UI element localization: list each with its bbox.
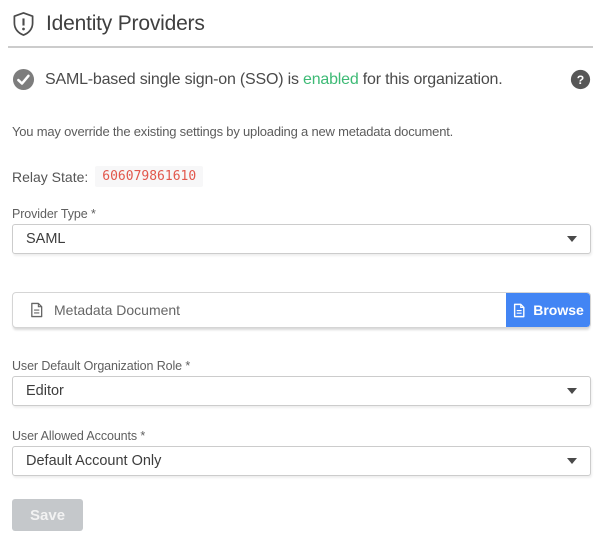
browse-label: Browse — [533, 302, 584, 318]
sso-status-row: SAML-based single sign-on (SSO) is enabl… — [12, 68, 591, 91]
provider-type-value: SAML — [26, 231, 66, 247]
provider-type-label: Provider Type * — [12, 207, 591, 221]
status-enabled-badge: enabled — [303, 71, 359, 88]
caret-down-icon — [567, 458, 577, 464]
shield-exclamation-icon — [12, 11, 35, 37]
header-divider — [8, 46, 593, 48]
page-title: Identity Providers — [46, 12, 205, 36]
status-text-before: SAML-based single sign-on (SSO) is — [45, 71, 303, 88]
browse-button[interactable]: Browse — [506, 293, 590, 327]
sso-status-text: SAML-based single sign-on (SSO) is enabl… — [45, 71, 503, 89]
relay-state-label: Relay State: — [12, 169, 88, 185]
metadata-document-row: Metadata Document Browse — [12, 292, 591, 328]
user-default-org-role-field: User Default Organization Role * Editor — [12, 359, 591, 406]
question-circle-icon[interactable]: ? — [570, 69, 591, 90]
save-button[interactable]: Save — [12, 499, 83, 531]
caret-down-icon — [567, 236, 577, 242]
provider-type-field: Provider Type * SAML — [12, 207, 591, 254]
provider-type-select[interactable]: SAML — [12, 224, 591, 254]
relay-state-row: Relay State: 606079861610 — [12, 166, 591, 187]
document-icon — [512, 303, 526, 318]
relay-state-value: 606079861610 — [95, 166, 203, 187]
user-allowed-accounts-field: User Allowed Accounts * Default Account … — [12, 429, 591, 476]
user-allowed-accounts-select[interactable]: Default Account Only — [12, 446, 591, 476]
user-allowed-accounts-value: Default Account Only — [26, 453, 161, 469]
identity-providers-panel: Identity Providers SAML-based single sig… — [0, 0, 600, 531]
user-default-org-role-select[interactable]: Editor — [12, 376, 591, 406]
user-default-org-role-label: User Default Organization Role * — [12, 359, 591, 373]
user-default-org-role-value: Editor — [26, 383, 64, 399]
help-glyph: ? — [577, 73, 584, 87]
metadata-placeholder: Metadata Document — [54, 302, 180, 318]
user-allowed-accounts-label: User Allowed Accounts * — [12, 429, 591, 443]
metadata-file-input[interactable]: Metadata Document — [13, 293, 506, 327]
status-text-after: for this organization. — [359, 71, 503, 88]
document-icon — [29, 302, 44, 318]
override-note: You may override the existing settings b… — [12, 124, 591, 139]
page-header: Identity Providers — [12, 10, 591, 38]
check-circle-icon — [12, 68, 35, 91]
caret-down-icon — [567, 388, 577, 394]
